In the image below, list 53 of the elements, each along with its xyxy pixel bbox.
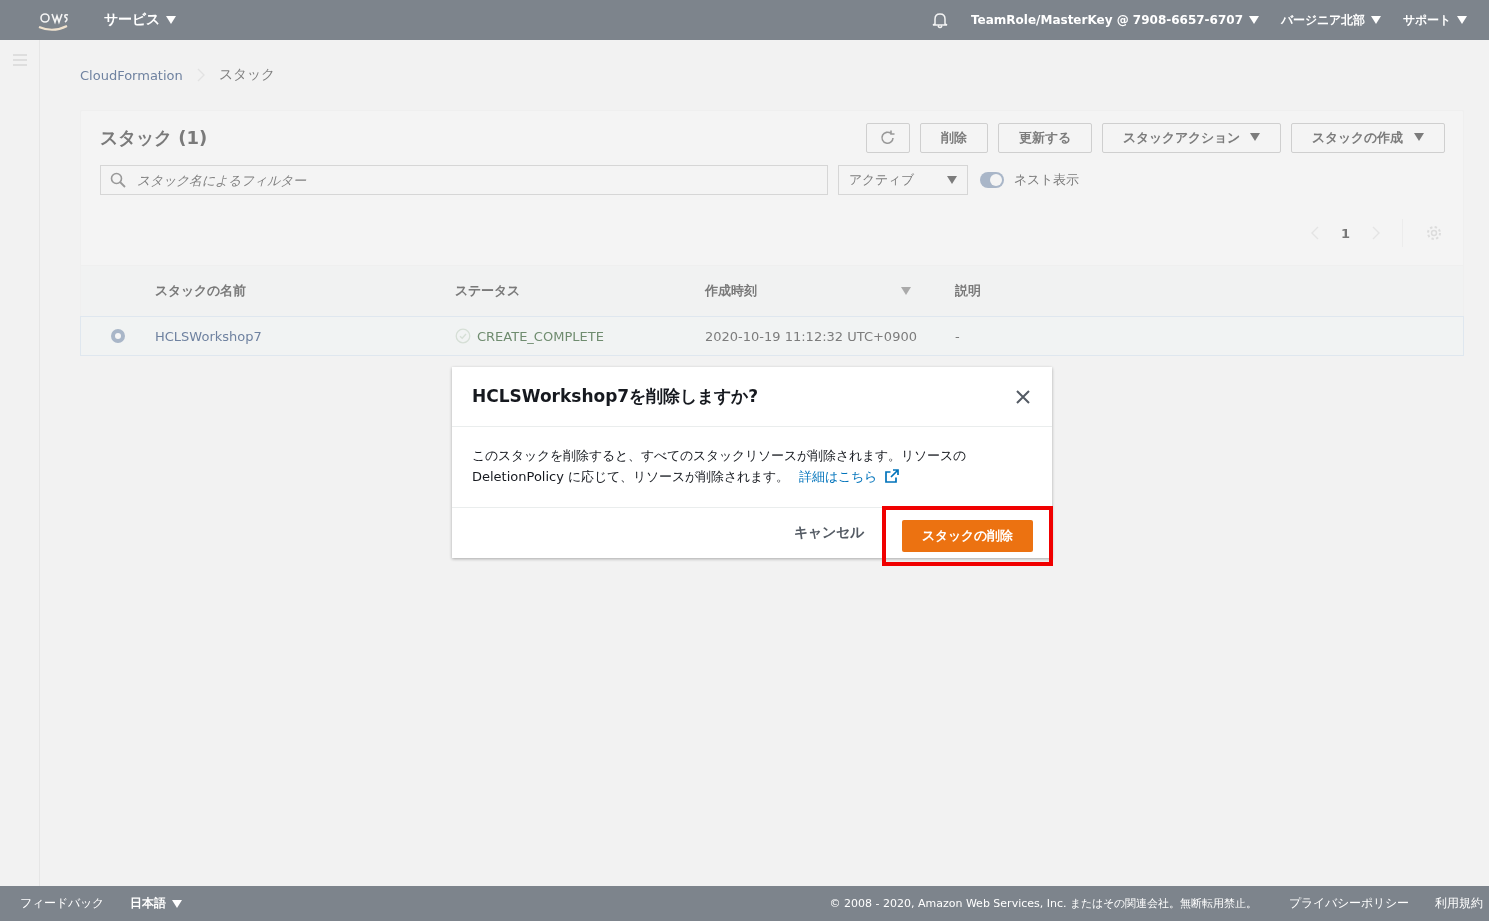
copyright-text: © 2008 - 2020, Amazon Web Services, Inc. またはその関連会社。無断転用禁止。 xyxy=(829,896,1257,911)
panel-title: スタック (1) xyxy=(100,126,208,150)
caret-icon xyxy=(1371,16,1381,24)
breadcrumb-current: スタック xyxy=(218,66,275,84)
close-icon[interactable] xyxy=(1016,389,1030,404)
radio-button[interactable] xyxy=(111,329,125,343)
refresh-button[interactable] xyxy=(865,123,910,153)
page-number[interactable]: 1 xyxy=(1340,225,1350,241)
learn-more-link[interactable]: 詳細はこちら xyxy=(799,469,900,484)
dropdown-button[interactable]: スタックアクション xyxy=(1101,123,1282,153)
support-menu[interactable]: サポート xyxy=(1403,11,1467,29)
action-button[interactable]: 更新する xyxy=(997,123,1092,153)
caret-icon xyxy=(947,176,957,184)
dropdown-button[interactable]: スタックの作成 xyxy=(1291,123,1445,153)
search-field[interactable]: スタック名によるフィルター xyxy=(100,165,828,195)
table-row[interactable]: HCLSWorkshop7 CREATE_COMPLETE 2020-10-19 11:12:32 UTC+0900 - xyxy=(80,316,1464,356)
services-menu[interactable]: サービス xyxy=(104,11,176,29)
search-icon xyxy=(110,172,126,188)
nested-toggle[interactable] xyxy=(980,172,1004,188)
caret-icon xyxy=(1414,133,1424,141)
terms-link[interactable]: 利用規約 xyxy=(1435,895,1483,912)
table-cell: - xyxy=(955,328,960,344)
region-menu[interactable]: バージニア北部 xyxy=(1281,11,1381,29)
table-cell: 2020-10-19 11:12:32 UTC+0900 xyxy=(705,328,917,344)
caret-icon xyxy=(1249,16,1259,24)
caret-icon xyxy=(1457,16,1467,24)
external-link-icon xyxy=(885,469,900,483)
column-header[interactable]: スタックの名前 xyxy=(155,282,246,300)
dialog-message: このスタックを削除すると、すべてのスタックリソースが削除されます。リソースの DeletionPolicy に応じて、リソースが削除されます。 詳細はこちら xyxy=(472,447,967,486)
toggle-label: ネスト表示 xyxy=(1014,171,1079,189)
caret-icon xyxy=(172,899,182,908)
status-text: CREATE_COMPLETE xyxy=(477,328,604,344)
sort-icon[interactable] xyxy=(901,287,911,295)
bell-icon[interactable] xyxy=(931,11,949,29)
action-button[interactable]: 削除 xyxy=(919,123,988,153)
caret-icon xyxy=(1250,133,1261,141)
delete-stack-button[interactable]: スタックの削除 xyxy=(902,520,1033,552)
account-menu[interactable]: TeamRole/MasterKey @ 7908-6657-6707 xyxy=(971,13,1259,27)
column-header[interactable]: 説明 xyxy=(955,282,981,300)
column-header[interactable]: 作成時刻 xyxy=(705,282,757,300)
column-header[interactable]: ステータス xyxy=(455,282,520,300)
stack-name-link[interactable]: HCLSWorkshop7 xyxy=(155,328,262,344)
caret-icon xyxy=(166,16,176,24)
dialog-title: HCLSWorkshop7を削除しますか? xyxy=(472,385,759,408)
privacy-link[interactable]: プライバシーポリシー xyxy=(1289,895,1409,912)
settings-icon[interactable] xyxy=(1425,224,1443,242)
language-menu[interactable]: 日本語 xyxy=(130,895,182,912)
refresh-icon xyxy=(878,129,897,147)
cancel-button[interactable]: キャンセル xyxy=(786,524,872,542)
feedback-link[interactable]: フィードバック xyxy=(20,895,104,912)
status-select[interactable]: アクティブ xyxy=(838,165,968,195)
check-circle-icon xyxy=(455,328,471,344)
breadcrumb-link[interactable]: CloudFormation xyxy=(80,67,183,83)
